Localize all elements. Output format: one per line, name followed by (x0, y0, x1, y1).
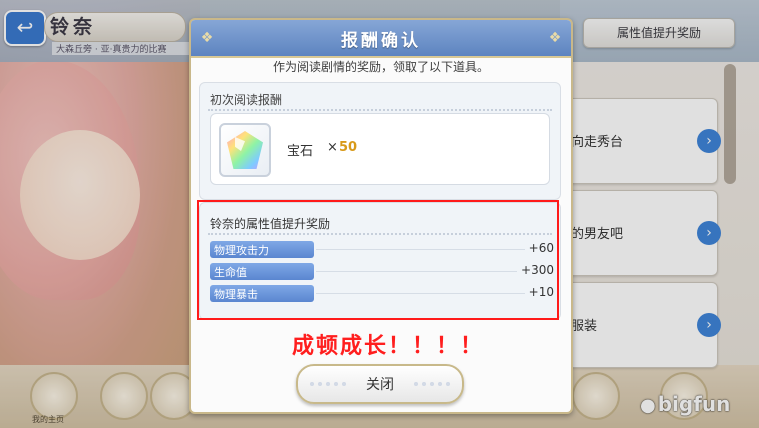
dialog-message: 作为阅读剧情的奖励，领取了以下道具。 (272, 60, 489, 74)
gem-item-frame (219, 123, 271, 177)
reward-multiplier: × (327, 140, 338, 155)
reward-item: 宝石 × 50 (210, 113, 550, 185)
section-heading: 初次阅读报酬 (210, 93, 283, 107)
close-button-label: 关闭 (366, 377, 394, 393)
dialog-title: 报酬确认 (341, 31, 421, 51)
divider (208, 109, 552, 111)
first-read-reward-section: 初次阅读报酬 宝石 × 50 (199, 82, 561, 200)
highlight-annotation-box (197, 200, 559, 320)
reward-quantity: 50 (339, 140, 358, 155)
reward-item-name: 宝石 (287, 144, 314, 159)
close-button[interactable]: 关闭 (296, 364, 464, 404)
gem-icon (227, 131, 263, 169)
dialog-header: ❖ ❖ 报酬确认 (191, 20, 571, 58)
annotation-text: 成顿成长！！！！ (292, 334, 485, 359)
